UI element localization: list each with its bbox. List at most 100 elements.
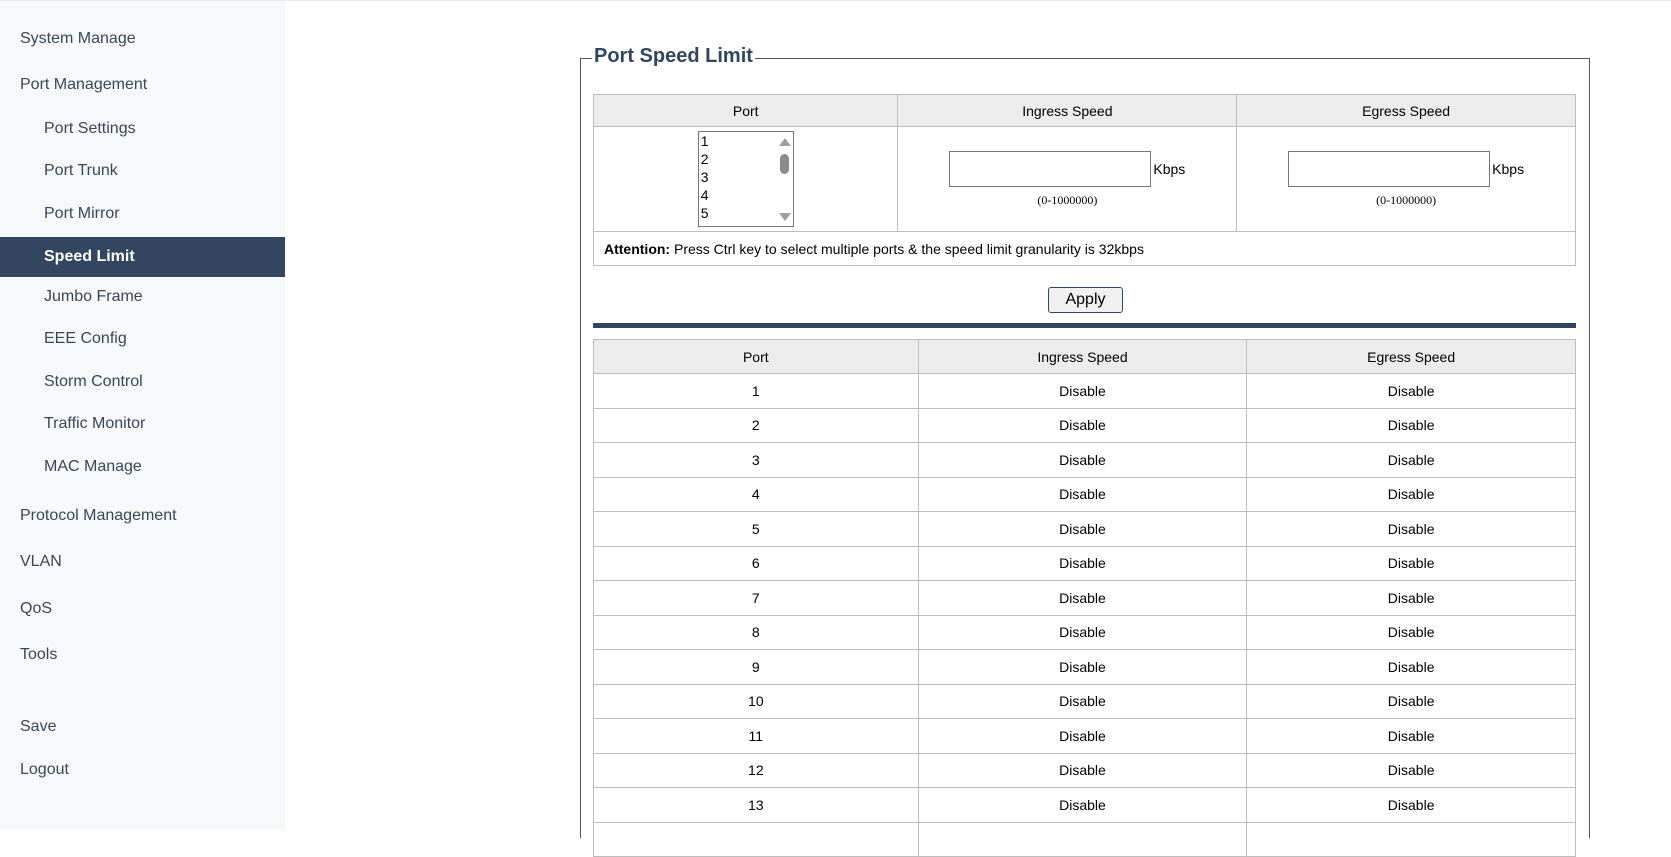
status-cell-port: 2 — [593, 407, 919, 443]
egress-speed-cell: Kbps (0-1000000) — [1236, 126, 1576, 232]
table-row: 5 Disable Disable — [593, 511, 1576, 547]
scroll-up-arrow-icon[interactable] — [778, 138, 791, 146]
status-cell-egress: Disable — [1246, 442, 1576, 478]
egress-speed-input[interactable] — [1288, 150, 1491, 187]
status-cell-ingress: Disable — [917, 511, 1248, 547]
status-cell-port: 1 — [593, 373, 919, 409]
egress-range-hint: (0-1000000) — [1376, 192, 1437, 207]
sidebar-item-qos[interactable]: QoS — [0, 589, 285, 629]
status-cell-ingress: Disable — [917, 580, 1248, 616]
status-cell-port: 4 — [593, 476, 919, 512]
speed-status-table: Port Ingress Speed Egress Speed 1 Disable… — [593, 339, 1576, 857]
sidebar-item-eee-config[interactable]: EEE Config — [0, 319, 285, 359]
table-row: 3 Disable Disable — [593, 442, 1576, 478]
status-header-egress: Egress Speed — [1246, 339, 1576, 374]
table-row: 4 Disable Disable — [593, 476, 1576, 512]
status-cell-ingress: Disable — [917, 718, 1248, 754]
status-cell-port: 11 — [593, 718, 919, 754]
ingress-range-hint: (0-1000000) — [1037, 192, 1098, 207]
status-cell-port: 7 — [593, 580, 919, 616]
sidebar-item-save[interactable]: Save — [0, 707, 285, 747]
apply-button[interactable]: Apply — [1048, 287, 1123, 313]
port-select-cell: 1 2 3 4 5 6 — [592, 126, 899, 232]
status-cell-port: 3 — [593, 442, 919, 478]
status-cell-port: 9 — [593, 649, 919, 685]
table-row: 9 Disable Disable — [593, 649, 1576, 685]
sidebar-item-logout[interactable]: Logout — [0, 750, 285, 790]
attention-text: Press Ctrl key to select multiple ports … — [670, 240, 1144, 257]
sidebar-item-mac-manage[interactable]: MAC Manage — [0, 447, 285, 487]
status-cell-ingress: Disable — [917, 476, 1248, 512]
ingress-unit-label: Kbps — [1153, 160, 1186, 177]
table-row: 11 Disable Disable — [593, 718, 1576, 754]
table-row: 1 Disable Disable — [593, 373, 1576, 409]
sidebar-item-port-mirror[interactable]: Port Mirror — [0, 194, 285, 234]
egress-unit-label: Kbps — [1492, 160, 1525, 177]
status-cell-egress: Disable — [1246, 407, 1576, 443]
sidebar: System Manage Port Management Port Setti… — [0, 1, 285, 830]
status-cell-ingress: Disable — [917, 545, 1248, 581]
port-select-listbox[interactable]: 1 2 3 4 5 6 — [697, 131, 794, 227]
attention-note: Attention: Press Ctrl key to select mult… — [593, 231, 1576, 266]
status-table-body: 1 Disable Disable 2 Disable Disable 3 Disable Di… — [593, 373, 1576, 857]
status-cell-ingress: Disable — [917, 752, 1248, 788]
status-cell-egress — [1246, 821, 1576, 857]
table-row: 10 Disable Disable — [593, 683, 1576, 719]
sidebar-item-port-settings[interactable]: Port Settings — [0, 109, 285, 149]
section-divider — [593, 323, 1576, 328]
status-cell-egress: Disable — [1246, 718, 1576, 754]
sidebar-item-jumbo-frame[interactable]: Jumbo Frame — [0, 277, 285, 317]
status-cell-port: 10 — [593, 683, 919, 719]
sidebar-item-storm-control[interactable]: Storm Control — [0, 362, 285, 402]
status-cell-port: 12 — [593, 752, 919, 788]
sidebar-item-port-management[interactable]: Port Management — [0, 65, 285, 105]
speed-config-table: Port Ingress Speed Egress Speed 1 2 3 4 … — [592, 94, 1576, 266]
sidebar-item-port-trunk[interactable]: Port Trunk — [0, 151, 285, 191]
status-cell-ingress: Disable — [917, 407, 1248, 443]
status-cell-egress: Disable — [1246, 649, 1576, 685]
status-cell-ingress: Disable — [917, 442, 1248, 478]
status-header-port: Port — [593, 339, 919, 374]
ingress-speed-input[interactable] — [949, 150, 1152, 187]
status-cell-ingress: Disable — [917, 683, 1248, 719]
listbox-scrollbar[interactable] — [774, 132, 793, 226]
status-cell-egress: Disable — [1246, 683, 1576, 719]
config-header-port: Port — [592, 94, 899, 127]
sidebar-item-protocol-management[interactable]: Protocol Management — [0, 496, 285, 536]
status-cell-egress: Disable — [1246, 787, 1576, 823]
table-row: 12 Disable Disable — [593, 752, 1576, 788]
scroll-thumb[interactable] — [779, 154, 789, 174]
table-row: 13 Disable Disable — [593, 787, 1576, 823]
status-cell-egress: Disable — [1246, 476, 1576, 512]
sidebar-item-speed-limit[interactable]: Speed Limit — [0, 237, 285, 277]
config-header-egress: Egress Speed — [1236, 94, 1576, 127]
sidebar-item-vlan[interactable]: VLAN — [0, 542, 285, 582]
status-cell-port: 6 — [593, 545, 919, 581]
status-cell-port: 5 — [593, 511, 919, 547]
status-cell-ingress: Disable — [917, 373, 1248, 409]
sidebar-item-tools[interactable]: Tools — [0, 635, 285, 675]
table-row: 8 Disable Disable — [593, 614, 1576, 650]
status-cell-egress: Disable — [1246, 373, 1576, 409]
status-cell-egress: Disable — [1246, 614, 1576, 650]
status-cell-egress: Disable — [1246, 511, 1576, 547]
ingress-speed-cell: Kbps (0-1000000) — [897, 126, 1238, 232]
status-cell-egress: Disable — [1246, 545, 1576, 581]
status-cell-ingress: Disable — [917, 614, 1248, 650]
sidebar-item-traffic-monitor[interactable]: Traffic Monitor — [0, 404, 285, 444]
table-row: 2 Disable Disable — [593, 407, 1576, 443]
table-row — [593, 821, 1576, 857]
status-cell-egress: Disable — [1246, 580, 1576, 616]
panel-title: Port Speed Limit — [592, 43, 755, 69]
sidebar-item-system-manage[interactable]: System Manage — [0, 19, 285, 59]
status-cell-ingress — [917, 821, 1248, 857]
scroll-down-arrow-icon[interactable] — [778, 213, 791, 221]
attention-label: Attention: — [604, 240, 671, 257]
status-cell-egress: Disable — [1246, 752, 1576, 788]
table-row: 6 Disable Disable — [593, 545, 1576, 581]
status-cell-port — [593, 821, 919, 857]
status-cell-ingress: Disable — [917, 649, 1248, 685]
status-cell-port: 13 — [593, 787, 919, 823]
status-cell-port: 8 — [593, 614, 919, 650]
status-header-ingress: Ingress Speed — [917, 339, 1248, 374]
